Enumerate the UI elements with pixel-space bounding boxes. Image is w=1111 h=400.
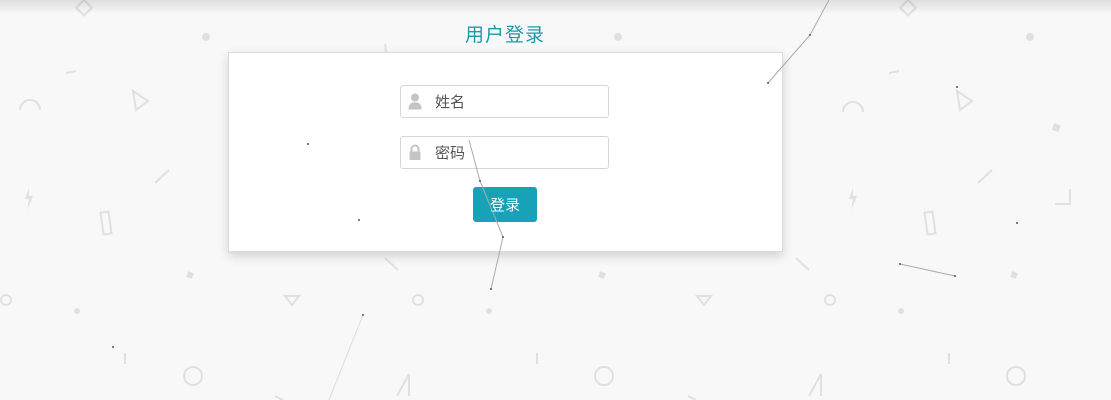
password-input[interactable] <box>435 137 605 168</box>
username-input[interactable] <box>435 86 605 117</box>
user-icon <box>408 93 422 110</box>
username-field <box>400 85 609 118</box>
page-title: 用户登录 <box>464 24 545 46</box>
login-page: 用户登录 登录 <box>0 0 1111 400</box>
top-shadow <box>0 0 1111 14</box>
login-card: 登录 <box>228 52 783 252</box>
password-field <box>400 136 609 169</box>
login-button[interactable]: 登录 <box>473 187 537 222</box>
lock-icon <box>409 144 421 160</box>
